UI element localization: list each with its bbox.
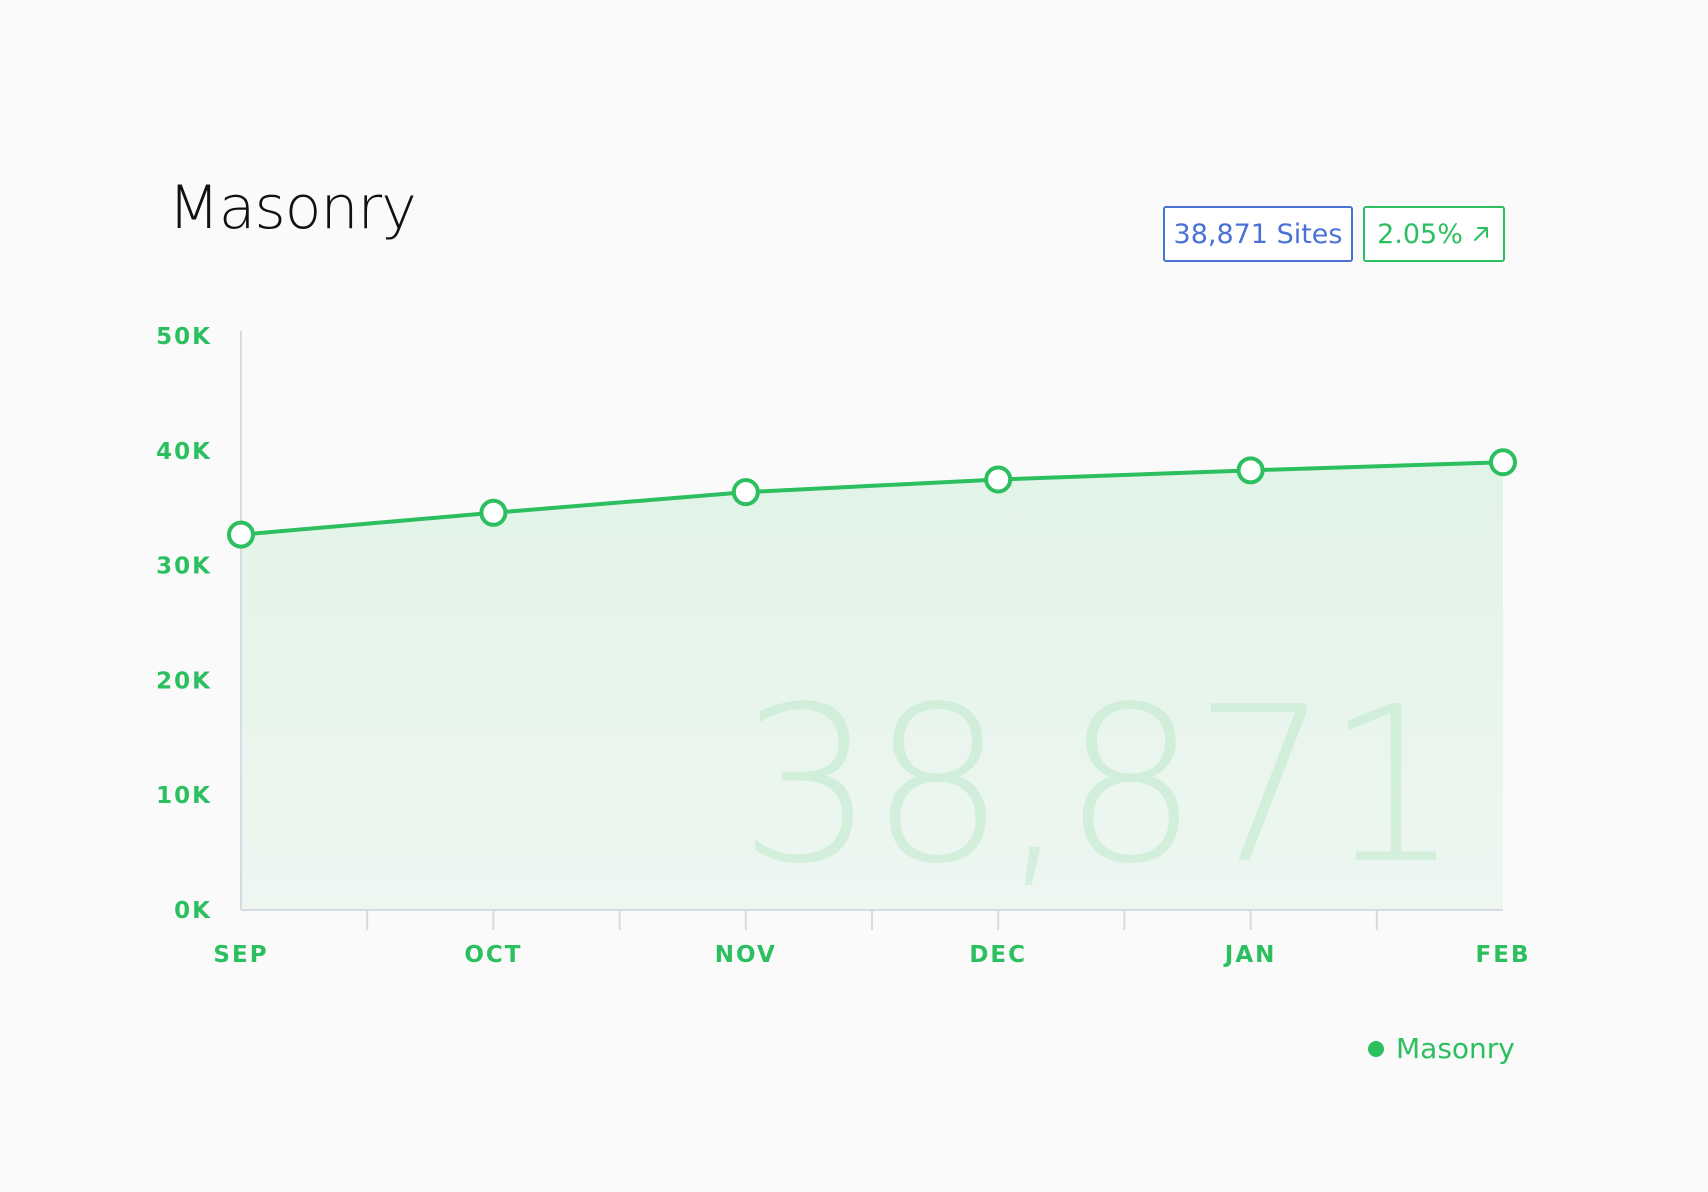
y-tick-label: 40K [156, 439, 212, 465]
y-tick-label: 30K [156, 554, 212, 580]
x-tick-label: OCT [464, 942, 522, 968]
x-tick-label: NOV [715, 942, 777, 968]
legend-dot [1368, 1040, 1384, 1057]
y-tick-label: 50K [156, 324, 212, 350]
x-tick-label: JAN [1223, 942, 1277, 968]
data-point [1236, 456, 1265, 485]
data-point [1489, 448, 1517, 477]
y-tick-label: 0K [174, 898, 212, 924]
x-tick-label: FEB [1476, 942, 1531, 968]
watermark-value: 38,871 [739, 660, 1455, 911]
x-tick-label: SEP [213, 942, 268, 968]
area-chart: 38,871 0K 10K 20K 30K 40K 50K SEP OCT NOV DEC JAN FE… [156, 324, 1531, 968]
chart-legend: Masonry [1368, 1032, 1515, 1065]
legend-label: Masonry [1396, 1032, 1515, 1065]
y-tick-label: 10K [156, 783, 212, 809]
x-tick-label: DEC [969, 942, 1027, 968]
data-point [227, 520, 255, 549]
y-tick-label: 20K [156, 668, 212, 694]
data-point [479, 498, 508, 527]
data-point [984, 465, 1013, 494]
data-point [731, 478, 760, 507]
